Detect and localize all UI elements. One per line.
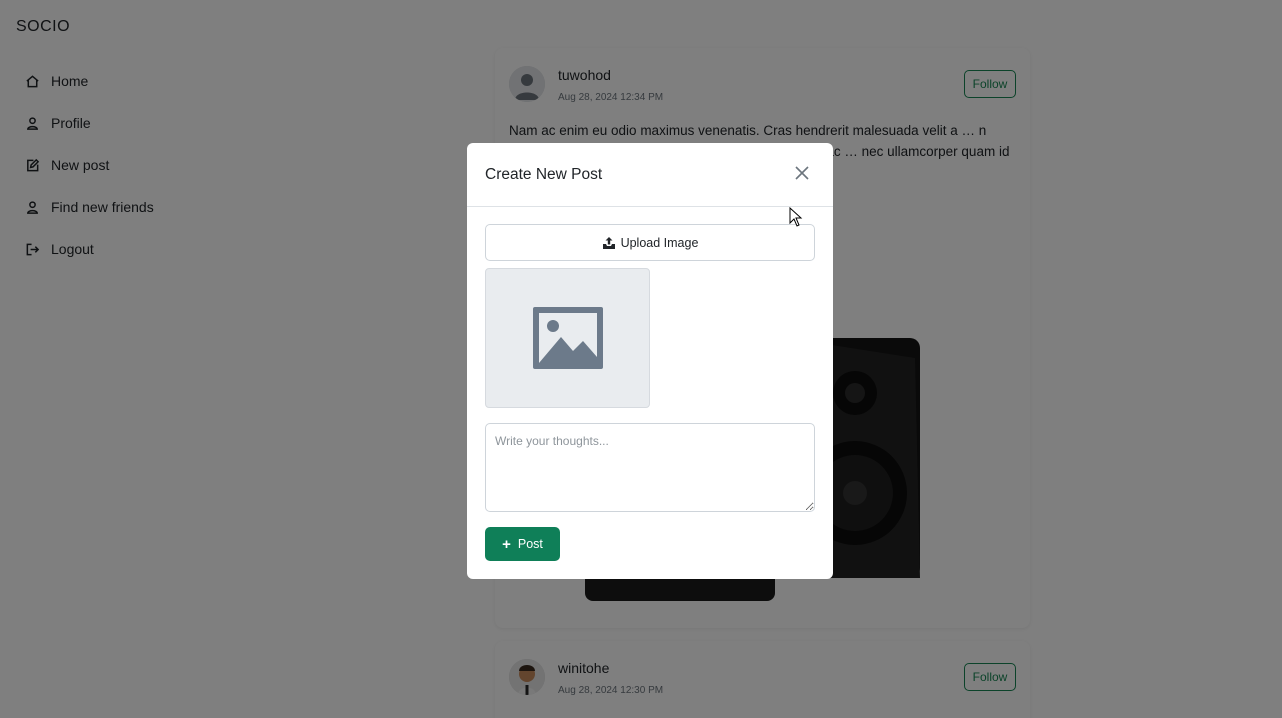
close-button[interactable]: [795, 166, 811, 182]
image-preview: [485, 268, 650, 408]
close-icon: [795, 166, 809, 180]
create-post-modal: Create New Post Upload Image + Post: [467, 143, 833, 579]
mouse-cursor-icon: [789, 207, 803, 227]
image-placeholder-icon: [532, 307, 603, 369]
upload-icon: [602, 236, 615, 249]
post-button[interactable]: + Post: [485, 527, 560, 561]
post-text-input[interactable]: [485, 423, 815, 512]
upload-image-label: Upload Image: [620, 235, 699, 250]
post-button-label: Post: [517, 537, 543, 551]
modal-header: Create New Post: [467, 143, 833, 207]
upload-image-button[interactable]: Upload Image: [485, 224, 815, 261]
modal-title: Create New Post: [485, 166, 603, 183]
plus-icon: +: [502, 535, 511, 553]
